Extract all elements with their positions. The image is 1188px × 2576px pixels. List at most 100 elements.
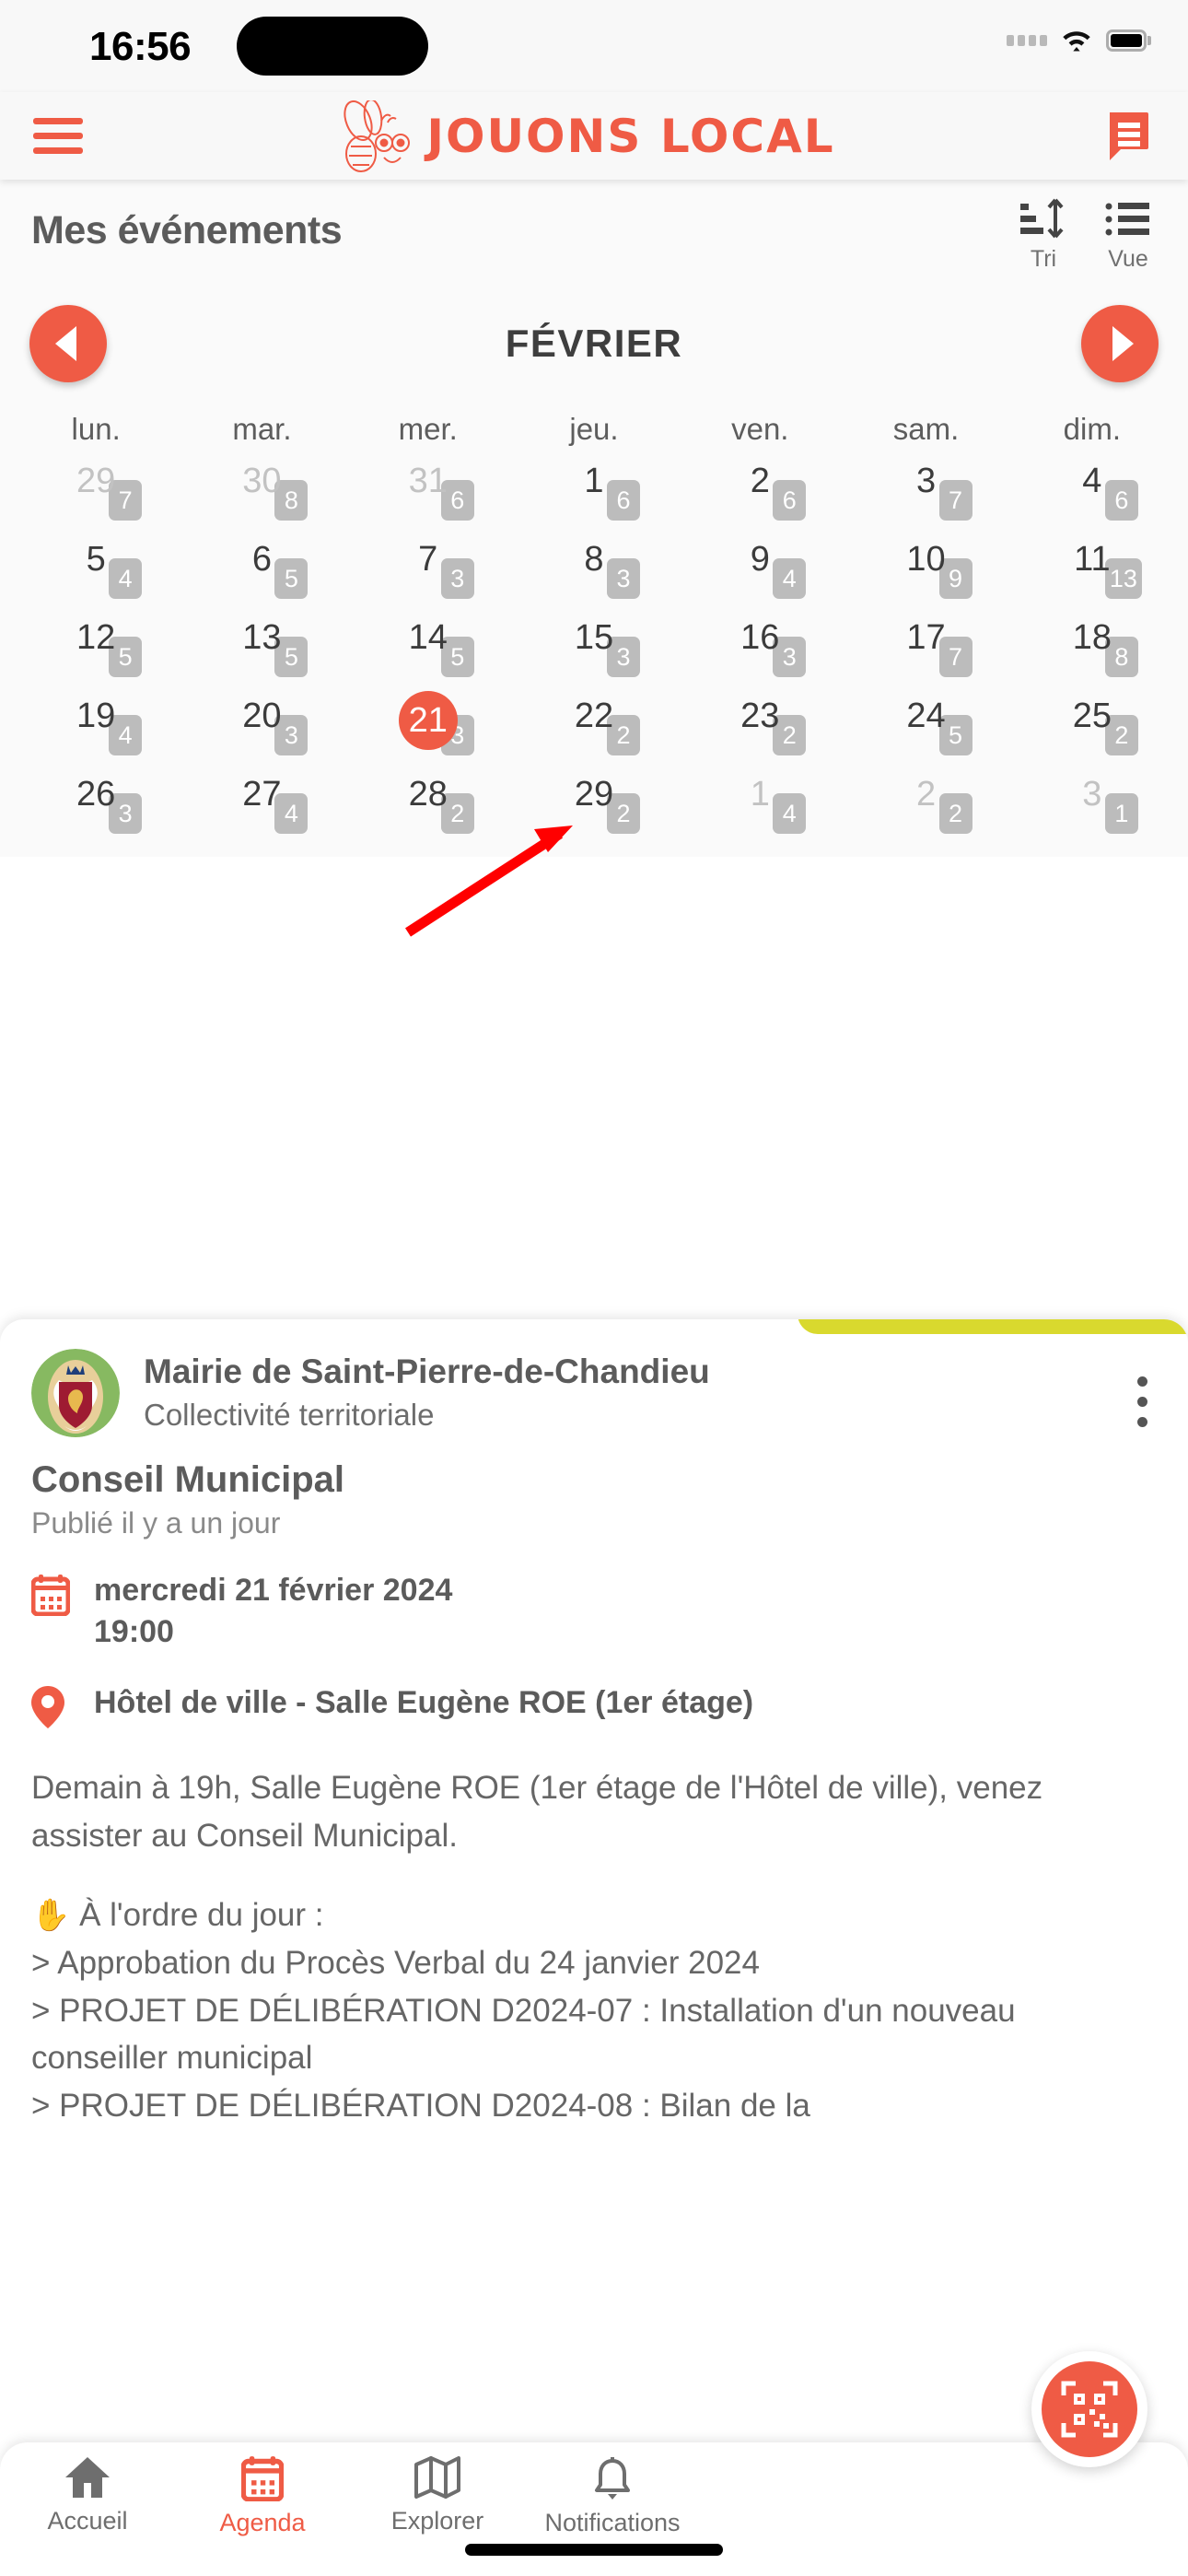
- calendar-day-cell[interactable]: 22 2: [511, 695, 677, 773]
- weekday-label: lun.: [71, 412, 121, 446]
- hamburger-menu-icon[interactable]: [33, 118, 83, 154]
- weekday-label: jeu.: [569, 412, 619, 446]
- calendar-day-number: 18: [1072, 618, 1112, 657]
- brand-name: JOUONS LOCAL: [426, 109, 835, 163]
- calendar-day-cell[interactable]: 26: [677, 460, 843, 538]
- nav-item-accueil[interactable]: Accueil: [0, 2455, 175, 2576]
- calendar-day-number: 15: [574, 618, 614, 657]
- calendar-day-cell[interactable]: 21 3: [345, 691, 511, 773]
- calendar: FÉVRIER lun. mar. mer. jeu. ven. sam. dim. 29 7…: [0, 281, 1188, 857]
- brand-logo[interactable]: JOUONS LOCAL: [331, 100, 834, 172]
- header-tools: Tri Vue: [1017, 189, 1155, 273]
- calendar-day-cell[interactable]: 31: [1009, 773, 1175, 851]
- calendar-day-cell[interactable]: 14: [677, 773, 843, 851]
- weekday-label: ven.: [731, 412, 789, 446]
- nav-item-notifications[interactable]: Notifications: [525, 2455, 700, 2576]
- calendar-day-cell[interactable]: 10 9: [843, 538, 1008, 616]
- calendar-week-row: 19 4 20 3 21 3 22 2 23 2 24 5 25 2: [13, 691, 1175, 773]
- calendar-day-cell[interactable]: 23 2: [677, 695, 843, 773]
- previous-month-button[interactable]: [29, 305, 107, 382]
- calendar-day-cell[interactable]: 27 4: [179, 773, 344, 851]
- calendar-day-cell[interactable]: 15 3: [511, 616, 677, 695]
- calendar-day-cell[interactable]: 24 5: [843, 695, 1008, 773]
- agenda-heading-line: ✋ À l'ordre du jour :: [31, 1891, 1157, 1939]
- wifi-icon: [1063, 31, 1090, 52]
- calendar-day-cell[interactable]: 30 8: [179, 460, 344, 538]
- calendar-day-event-count: 5: [274, 558, 309, 599]
- next-month-button[interactable]: [1081, 305, 1159, 382]
- nav-label-explorer: Explorer: [390, 2507, 484, 2535]
- calendar-week-row: 26 3 27 4 28 2 29 2 1 4 2 2 3 1: [13, 773, 1175, 851]
- qr-code-scan-icon: [1061, 2381, 1118, 2438]
- calendar-day-cell[interactable]: 19 4: [13, 695, 179, 773]
- qr-fab-wrapper: [1031, 2351, 1147, 2467]
- calendar-week-row: 29 7 30 8 31 6 1 6 2 6 3 7 4 6: [13, 460, 1175, 538]
- coat-of-arms-avatar[interactable]: [31, 1349, 120, 1437]
- calendar-day-cell[interactable]: 31 6: [345, 460, 511, 538]
- section-header: Mes événements Tri Vue: [0, 180, 1188, 281]
- calendar-day-cell[interactable]: 14 5: [345, 616, 511, 695]
- calendar-day-cell[interactable]: 73: [345, 538, 511, 616]
- organizer-row: Mairie de Saint-Pierre-de-Chandieu Colle…: [31, 1319, 1157, 1437]
- calendar-day-number: 8: [584, 540, 604, 579]
- nav-item-explorer[interactable]: Explorer: [350, 2455, 525, 2576]
- calendar-day-number: 29: [76, 462, 116, 500]
- map-icon: [414, 2456, 460, 2499]
- calendar-day-cell[interactable]: 46: [1009, 460, 1175, 538]
- calendar-day-number: 6: [251, 540, 272, 579]
- calendar-day-event-count: 6: [1104, 480, 1138, 521]
- calendar-day-number: 3: [915, 462, 937, 500]
- calendar-day-cell[interactable]: 16 3: [677, 616, 843, 695]
- organizer-info: Mairie de Saint-Pierre-de-Chandieu Colle…: [144, 1349, 742, 1437]
- calendar-day-cell[interactable]: 54: [13, 538, 179, 616]
- calendar-day-cell[interactable]: 29 7: [13, 460, 179, 538]
- event-agenda: ✋ À l'ordre du jour : > Approbation du P…: [31, 1891, 1157, 2130]
- calendar-day-number: 7: [418, 540, 438, 579]
- calendar-day-number: 20: [242, 697, 282, 735]
- list-view-icon: [1105, 202, 1149, 235]
- calendar-day-number: 10: [906, 540, 946, 579]
- nav-item-agenda[interactable]: Agenda: [175, 2455, 350, 2576]
- calendar-day-cell[interactable]: 25 2: [1009, 695, 1175, 773]
- calendar-day-cell[interactable]: 13 5: [179, 616, 344, 695]
- calendar-icon: [30, 1570, 74, 1653]
- sort-icon: [1020, 198, 1064, 238]
- calendar-day-number: 11: [1074, 540, 1111, 579]
- sort-button[interactable]: Tri: [1017, 196, 1070, 273]
- calendar-day-cell[interactable]: 65: [179, 538, 344, 616]
- calendar-day-cell[interactable]: 12 5: [13, 616, 179, 695]
- calendar-day-cell[interactable]: 94: [677, 538, 843, 616]
- calendar-day-cell[interactable]: 28 2: [345, 773, 511, 851]
- calendar-day-cell[interactable]: 16: [511, 460, 677, 538]
- event-description: Demain à 19h, Salle Eugène ROE (1er étag…: [31, 1770, 1043, 1855]
- event-location: Hôtel de ville - Salle Eugène ROE (1er é…: [94, 1685, 754, 1721]
- event-datetime: mercredi 21 février 2024 19:00: [94, 1570, 452, 1653]
- calendar-day-number: 19: [76, 697, 116, 735]
- calendar-day-cell[interactable]: 22: [843, 773, 1008, 851]
- calendar-week-row: 12 5 13 5 14 5 15 3 16 3 17 7 18 8: [13, 616, 1175, 695]
- calendar-day-event-count: 3: [606, 558, 640, 599]
- calendar-day-number: 30: [242, 462, 282, 500]
- calendar-day-event-count: 13: [1104, 558, 1142, 599]
- battery-icon: [1106, 29, 1147, 52]
- view-button[interactable]: Vue: [1101, 196, 1155, 273]
- kebab-menu-icon[interactable]: [1137, 1376, 1147, 1427]
- message-bubble-icon[interactable]: [1101, 111, 1155, 162]
- calendar-day-event-count: 4: [109, 558, 143, 599]
- calendar-day-event-count: 6: [773, 480, 807, 521]
- organizer-name: Mairie de Saint-Pierre-de-Chandieu: [144, 1352, 710, 1390]
- calendar-day-cell[interactable]: 83: [511, 538, 677, 616]
- sort-label: Tri: [1030, 245, 1057, 272]
- event-date: mercredi 21 février 2024: [94, 1573, 453, 1608]
- current-month-label: FÉVRIER: [505, 322, 683, 365]
- calendar-day-cell[interactable]: 37: [843, 460, 1008, 538]
- calendar-day-event-count: 3: [440, 558, 474, 599]
- calendar-day-cell[interactable]: 20 3: [179, 695, 344, 773]
- calendar-day-cell[interactable]: 17 7: [843, 616, 1008, 695]
- calendar-day-cell[interactable]: 18 8: [1009, 616, 1175, 695]
- calendar-day-cell[interactable]: 11 13: [1009, 538, 1175, 616]
- event-detail-sheet: Saint-Pierre-de-Chandieu Mairie de Saint…: [0, 1319, 1188, 2576]
- calendar-day-cell[interactable]: 26 3: [13, 773, 179, 851]
- qr-scan-button[interactable]: [1042, 2361, 1137, 2457]
- calendar-day-cell[interactable]: 29 2: [511, 773, 677, 851]
